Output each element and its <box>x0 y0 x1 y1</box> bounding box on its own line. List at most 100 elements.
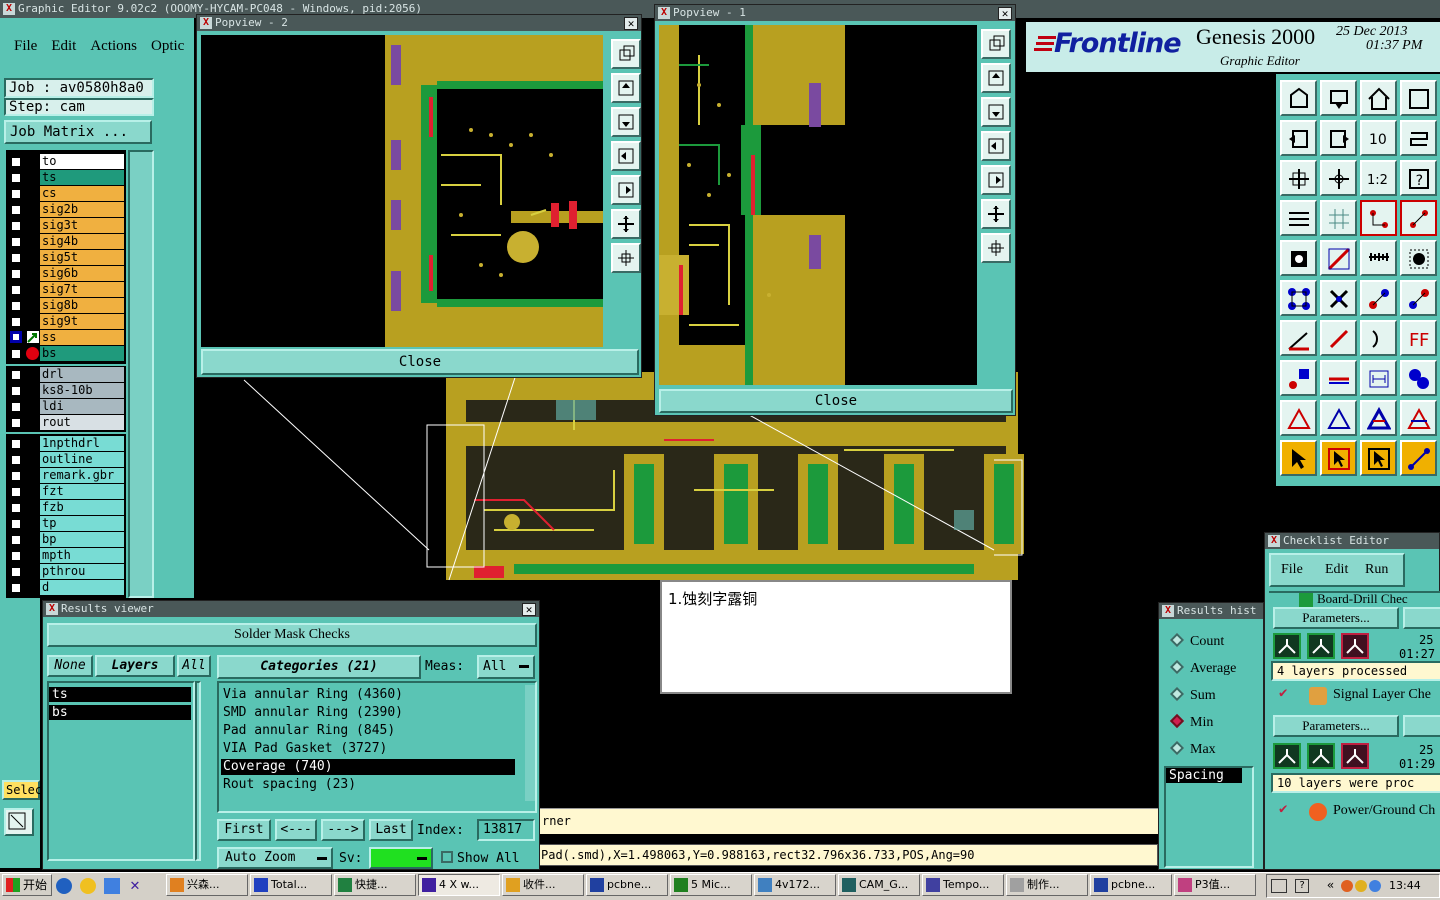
checklist-item-board-drill[interactable]: Board-Drill Chec <box>1317 591 1408 607</box>
layer-checkbox[interactable] <box>10 582 22 594</box>
parameters-button-2[interactable]: Parameters... <box>1273 715 1399 737</box>
layer-row-fzt[interactable]: fzt <box>8 484 124 499</box>
layer-row-mpth[interactable]: mpth <box>8 548 124 563</box>
layer-name[interactable]: ldi <box>40 399 124 414</box>
taskbar-item[interactable]: 4 X w... <box>418 874 500 896</box>
layer-checkbox[interactable] <box>10 502 22 514</box>
zoom-fit-icon[interactable] <box>1280 160 1317 196</box>
layer-name[interactable]: remark.gbr <box>40 468 124 483</box>
popview-pan-right-icon[interactable] <box>611 175 641 205</box>
layer-checkbox[interactable] <box>10 156 22 168</box>
home-icon[interactable] <box>1360 80 1397 116</box>
layer-row-ss[interactable]: ss <box>8 330 124 345</box>
last-button[interactable]: Last <box>369 819 413 841</box>
category-item[interactable]: Rout spacing (23) <box>221 777 515 793</box>
layer-checkbox[interactable] <box>10 566 22 578</box>
hist-option-count[interactable]: Count <box>1169 632 1224 650</box>
layer-row-ts[interactable]: ts <box>8 170 124 185</box>
layer-name[interactable]: 1npthdrl <box>40 436 124 451</box>
x-quicklaunch-icon[interactable]: ✕ <box>126 876 144 894</box>
categories-list[interactable]: Via annular Ring (4360) SMD annular Ring … <box>217 681 537 813</box>
next-button[interactable]: ---> <box>321 819 365 841</box>
taskbar-item[interactable]: 快捷... <box>334 874 416 896</box>
meas-select[interactable]: All <box>477 655 535 679</box>
hist-option-average[interactable]: Average <box>1169 659 1236 677</box>
results-layer-list[interactable]: ts bs <box>47 681 195 861</box>
layer-name[interactable]: sig4b <box>40 234 124 249</box>
popview-1-canvas[interactable] <box>659 25 977 385</box>
taskbar-item[interactable]: P3值... <box>1174 874 1256 896</box>
layer-row-sig8b[interactable]: sig8b <box>8 298 124 313</box>
layer-row-sig9t[interactable]: sig9t <box>8 314 124 329</box>
checklist-extra-button-2[interactable] <box>1403 715 1440 737</box>
pad-icon[interactable] <box>1400 240 1437 276</box>
first-button[interactable]: First <box>217 819 271 841</box>
layer-checkbox[interactable] <box>10 188 22 200</box>
menu-edit[interactable]: Edit <box>51 38 76 55</box>
layer-name[interactable]: fzb <box>40 500 124 515</box>
layer-checkbox[interactable] <box>10 438 22 450</box>
layer-row-sig4b[interactable]: sig4b <box>8 234 124 249</box>
popview-2-close-button[interactable]: Close <box>201 349 639 375</box>
start-button[interactable]: 开始 <box>2 874 52 896</box>
prev-button[interactable]: <--- <box>275 819 317 841</box>
angle-icon[interactable] <box>1280 320 1317 356</box>
layer-row-sig3t[interactable]: sig3t <box>8 218 124 233</box>
surface-icon[interactable] <box>1360 400 1397 436</box>
ruler-icon[interactable] <box>1280 200 1317 236</box>
results-layer-scrollbar[interactable] <box>195 681 201 861</box>
layer-checkbox[interactable] <box>10 268 22 280</box>
index-field[interactable]: 13817 <box>477 819 535 841</box>
layer-name[interactable]: d <box>40 580 124 595</box>
popview-1-close-x-button[interactable]: ✕ <box>998 7 1012 20</box>
menu-options[interactable]: Optic <box>151 38 184 55</box>
taskbar-item[interactable]: 制作... <box>1006 874 1088 896</box>
layer-row-rout[interactable]: rout <box>8 415 124 430</box>
popview-zoom-home-icon[interactable] <box>981 29 1011 59</box>
measure-icon[interactable] <box>1360 240 1397 276</box>
layer-row-d[interactable]: d <box>8 580 124 595</box>
layer-name[interactable]: sig6b <box>40 266 124 281</box>
layer-checkbox[interactable] <box>10 550 22 562</box>
taskbar-item[interactable]: Tempo... <box>922 874 1004 896</box>
layers-all-button[interactable]: All <box>177 655 211 677</box>
hist-list-item[interactable]: Spacing <box>1166 768 1242 783</box>
layer-row-tp[interactable]: tp <box>8 516 124 531</box>
results-layer-item-ts[interactable]: ts <box>49 687 191 702</box>
sv-color-select[interactable] <box>369 847 433 869</box>
layer-checkbox[interactable] <box>10 300 22 312</box>
layer-row-fzb[interactable]: fzb <box>8 500 124 515</box>
layer-checkbox[interactable] <box>10 204 22 216</box>
taskbar-item[interactable]: pcbne... <box>586 874 668 896</box>
layer-name[interactable]: mpth <box>40 548 124 563</box>
taskbar-item[interactable]: 兴森... <box>166 874 248 896</box>
popview-zoom-in-icon[interactable] <box>981 199 1011 229</box>
popview-zoom-out-icon[interactable] <box>981 233 1011 263</box>
checklist-menu-file[interactable]: File <box>1281 562 1303 578</box>
cluster-icon[interactable] <box>1400 360 1437 396</box>
tray-expand-icon[interactable]: « <box>1327 878 1334 892</box>
checklist-item-power-ground[interactable]: Power/Ground Ch <box>1333 803 1435 819</box>
dimension-icon[interactable] <box>1360 360 1397 396</box>
polygon-icon[interactable] <box>1320 400 1357 436</box>
popview-pan-up-icon[interactable] <box>611 73 641 103</box>
popview-pan-down-icon[interactable] <box>611 107 641 137</box>
delete-icon[interactable] <box>1320 280 1357 316</box>
help-icon[interactable]: ? <box>1295 879 1309 893</box>
move-icon[interactable] <box>1360 280 1397 316</box>
taskbar-item[interactable]: Total... <box>250 874 332 896</box>
layer-checkbox[interactable] <box>10 236 22 248</box>
layer-checkbox[interactable] <box>10 316 22 328</box>
layer-checkbox[interactable] <box>10 401 22 413</box>
checklist-menu-edit[interactable]: Edit <box>1325 562 1348 578</box>
checklist-menu-run[interactable]: Run <box>1365 562 1388 578</box>
hist-option-sum[interactable]: Sum <box>1169 686 1216 704</box>
layer-row-drl[interactable]: drl <box>8 367 124 382</box>
category-item[interactable]: SMD annular Ring (2390) <box>221 705 515 721</box>
tray-icon[interactable] <box>1341 880 1353 892</box>
category-item[interactable]: Coverage (740) <box>221 759 515 775</box>
outline-icon[interactable] <box>1280 400 1317 436</box>
layer-checkbox[interactable] <box>10 486 22 498</box>
layer-row-ldi[interactable]: ldi <box>8 399 124 414</box>
layer-checkbox[interactable] <box>10 534 22 546</box>
